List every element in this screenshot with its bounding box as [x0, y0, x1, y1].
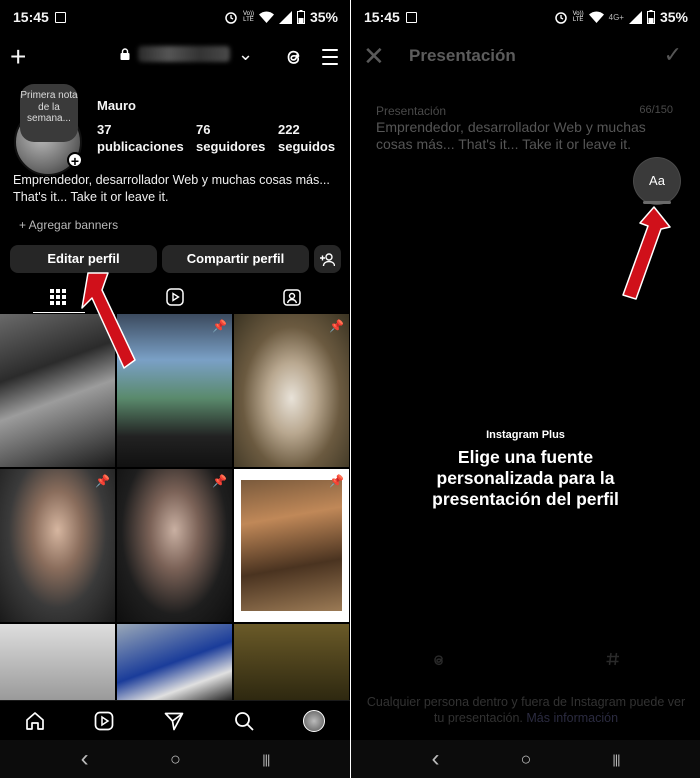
post-thumbnail[interactable]	[0, 624, 115, 700]
status-bar: 15:45 Vo)) LTE 4G+ 35%	[351, 0, 700, 34]
annotation-arrow	[622, 206, 671, 300]
add-story-icon[interactable]: +	[67, 152, 83, 169]
threads-dim-icon	[431, 652, 447, 673]
pin-icon: 📌	[212, 319, 227, 333]
bottom-nav	[0, 700, 350, 740]
recents-icon[interactable]: |||	[612, 752, 620, 767]
volte-indicator: Vo)) LTE	[242, 11, 254, 23]
home-button-icon[interactable]: ○	[170, 749, 181, 770]
privacy-footer: Cualquier persona dentro y fuera de Inst…	[366, 695, 686, 726]
pin-icon: 📌	[329, 474, 344, 488]
profile-name: Mauro	[97, 98, 136, 113]
menu-icon[interactable]	[322, 49, 338, 70]
bio-input[interactable]: Emprendedor, desarrollador Web y muchas …	[376, 119, 668, 152]
promo-headline: Elige una fuente personalizada para la p…	[432, 447, 619, 509]
status-icons: Vo)) LTE 35%	[224, 9, 338, 25]
username-switcher[interactable]: ⌄	[120, 44, 254, 64]
alarm-icon	[225, 12, 237, 24]
chevron-down-icon: ⌄	[238, 44, 254, 64]
status-icons: Vo)) LTE 4G+ 35%	[554, 9, 688, 25]
status-time: 15:45	[13, 9, 49, 25]
share-profile-button[interactable]: Compartir perfil	[162, 245, 309, 273]
back-icon[interactable]: ‹	[81, 745, 89, 773]
back-icon[interactable]: ‹	[431, 745, 439, 773]
post-thumbnail[interactable]: 📌	[117, 469, 232, 622]
battery-icon	[296, 10, 305, 24]
note-bubble[interactable]: Primera nota de la semana...	[20, 84, 78, 142]
lock-icon	[120, 48, 130, 60]
tab-reels[interactable]	[117, 280, 233, 313]
recents-icon[interactable]: |||	[262, 752, 270, 767]
notification-icon	[405, 11, 417, 23]
following-stat[interactable]: 222 seguidos	[278, 121, 335, 155]
close-icon[interactable]: ✕	[363, 42, 385, 70]
signal-icon	[278, 10, 292, 24]
post-thumbnail[interactable]: 📌	[0, 469, 115, 622]
page-title: Presentación	[409, 46, 516, 65]
volte-indicator: Vo)) LTE	[572, 11, 584, 23]
pin-icon: 📌	[329, 319, 344, 333]
reels-icon	[166, 287, 184, 306]
signal-icon	[628, 10, 642, 24]
edit-bio-screen: 15:45 Vo)) LTE 4G+ 35% ✕ Presentación ✓ P…	[351, 0, 700, 778]
add-person-button[interactable]	[314, 245, 341, 273]
bio-field-label: Presentación	[376, 104, 447, 118]
wifi-icon	[588, 11, 604, 23]
home-icon[interactable]	[25, 711, 45, 731]
tab-tagged[interactable]	[234, 280, 350, 313]
post-thumbnail[interactable]: 📌	[234, 314, 349, 467]
profile-header: + ⌄	[0, 40, 350, 74]
tagged-icon	[283, 288, 301, 306]
char-counter: 66/150	[639, 104, 673, 116]
username-blurred	[138, 46, 230, 62]
system-nav: ‹ ○ |||	[351, 740, 700, 778]
home-button-icon[interactable]: ○	[520, 749, 531, 770]
alarm-icon	[554, 12, 567, 24]
bio-text: Emprendedor, desarrollador Web y muchas …	[13, 173, 330, 204]
search-icon[interactable]	[234, 711, 254, 731]
reels-nav-icon[interactable]	[94, 711, 114, 731]
post-thumbnail[interactable]: 📌	[117, 314, 232, 467]
post-thumbnail[interactable]: 📌	[234, 469, 349, 622]
posts-stat[interactable]: 37 publicaciones	[97, 121, 184, 155]
battery-percent: 35%	[659, 9, 688, 25]
add-person-icon	[320, 253, 336, 267]
tab-grid[interactable]	[0, 280, 116, 313]
followers-stat[interactable]: 76 seguidores	[196, 121, 265, 155]
grid-icon	[50, 288, 66, 305]
post-thumbnail[interactable]	[0, 314, 115, 467]
pin-icon: 📌	[95, 474, 110, 488]
notification-icon	[54, 11, 66, 23]
status-time: 15:45	[364, 9, 400, 25]
threads-icon[interactable]	[283, 46, 305, 68]
learn-more-link[interactable]: Más información	[526, 711, 618, 725]
post-thumbnail[interactable]	[117, 624, 232, 700]
hashtag-dim-icon	[606, 652, 620, 671]
profile-nav-avatar[interactable]	[303, 709, 326, 732]
battery-icon	[646, 10, 655, 24]
profile-screen: 15:45 Vo)) LTE 35% + ⌄ + Primera nota de …	[0, 0, 350, 778]
confirm-icon[interactable]: ✓	[664, 42, 682, 68]
battery-percent: 35%	[309, 9, 338, 25]
add-banners-link[interactable]: + Agregar banners	[19, 218, 118, 232]
font-picker-button[interactable]: Aa	[634, 158, 680, 204]
edit-bio-header: ✕ Presentación ✓	[351, 42, 700, 72]
create-icon[interactable]: +	[10, 40, 26, 74]
edit-profile-button[interactable]: Editar perfil	[10, 245, 157, 273]
system-nav: ‹ ○ |||	[0, 740, 350, 778]
promo-label: Instagram Plus	[486, 429, 565, 441]
wifi-icon	[258, 11, 274, 23]
post-thumbnail[interactable]	[234, 624, 349, 700]
pin-icon: 📌	[212, 474, 227, 488]
status-bar: 15:45 Vo)) LTE 35%	[0, 0, 350, 34]
send-icon[interactable]	[164, 711, 184, 731]
profile-tabs	[0, 280, 350, 313]
network-type: 4G+	[608, 12, 624, 22]
